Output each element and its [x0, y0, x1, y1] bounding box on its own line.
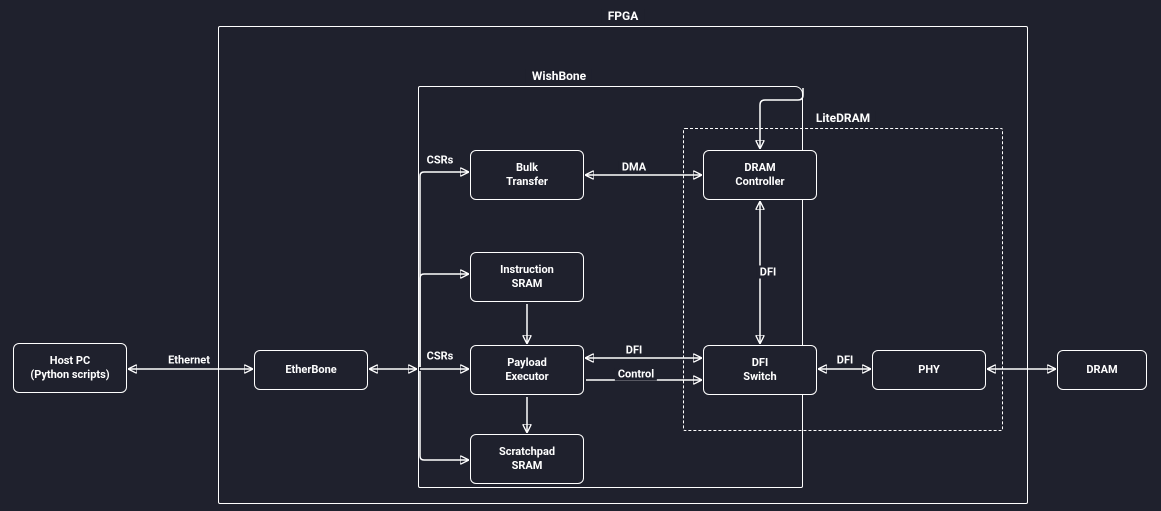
node-dfi-switch-label: DFI Switch	[743, 356, 776, 385]
node-dram-controller: DRAM Controller	[703, 150, 817, 200]
node-dram-label: DRAM	[1086, 363, 1117, 377]
node-instruction-sram-label: Instruction SRAM	[500, 263, 554, 292]
node-dram-controller-label: DRAM Controller	[735, 161, 784, 190]
node-payload-executor-label: Payload Executor	[505, 356, 548, 385]
node-dfi-switch: DFI Switch	[703, 345, 817, 395]
node-bulk-transfer: Bulk Transfer	[470, 150, 584, 200]
node-scratchpad-sram: Scratchpad SRAM	[470, 434, 584, 484]
edge-label-dfi-phy: DFI	[834, 354, 856, 367]
node-host-pc-label: Host PC (Python scripts)	[30, 354, 109, 383]
node-etherbone: EtherBone	[254, 350, 368, 390]
group-fpga-label: FPGA	[602, 9, 645, 23]
edge-label-control: Control	[615, 368, 657, 381]
edge-label-dfi-payload: DFI	[623, 344, 645, 357]
edge-label-dfi-vertical: DFI	[757, 266, 779, 279]
group-litedram-label: LiteDRAM	[810, 111, 876, 125]
edge-label-csrs-top: CSRs	[424, 154, 457, 167]
node-phy: PHY	[872, 350, 986, 390]
node-bulk-transfer-label: Bulk Transfer	[506, 161, 548, 190]
edge-label-dma: DMA	[619, 161, 649, 174]
node-instruction-sram: Instruction SRAM	[470, 252, 584, 302]
node-scratchpad-sram-label: Scratchpad SRAM	[499, 445, 555, 474]
diagram-stage: FPGA WishBone LiteDRAM Host PC (Python s…	[0, 0, 1161, 511]
node-payload-executor: Payload Executor	[470, 345, 584, 395]
edge-label-csrs-bottom: CSRs	[424, 350, 457, 363]
node-dram: DRAM	[1057, 350, 1147, 390]
node-host-pc: Host PC (Python scripts)	[13, 343, 127, 393]
node-phy-label: PHY	[918, 363, 940, 377]
group-wishbone-label: WishBone	[526, 69, 592, 83]
node-etherbone-label: EtherBone	[285, 363, 336, 377]
edge-label-ethernet: Ethernet	[165, 354, 213, 367]
